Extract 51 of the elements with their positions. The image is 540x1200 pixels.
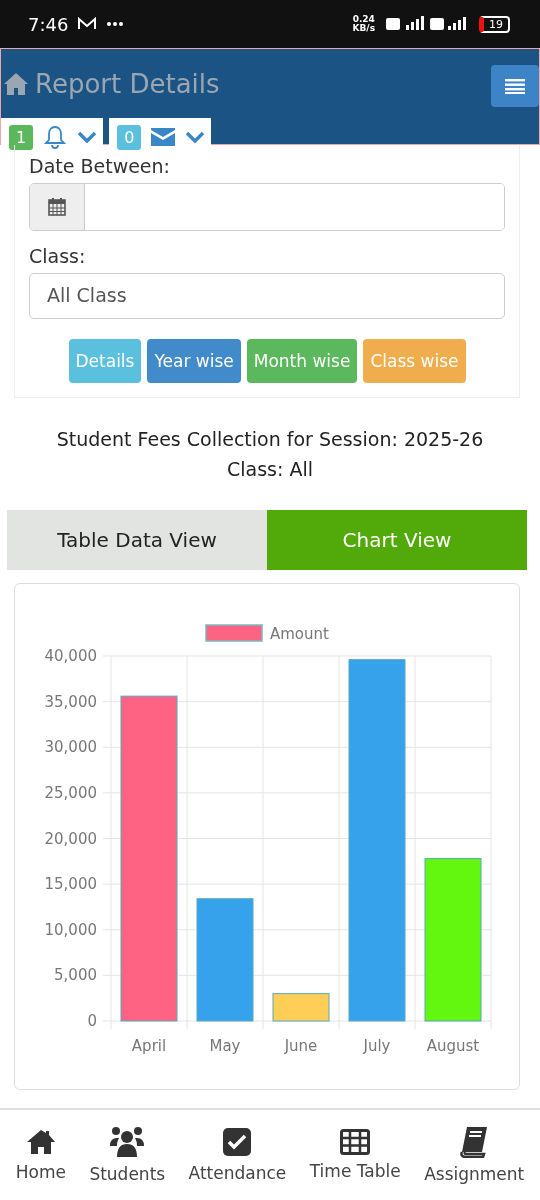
- y-tick-label: 30,000: [44, 738, 97, 757]
- network-speed: 0.24: [352, 15, 375, 24]
- y-tick-label: 40,000: [44, 647, 97, 665]
- more-icon: [106, 21, 125, 27]
- x-tick-label: July: [363, 1037, 391, 1055]
- users-icon: [109, 1126, 146, 1158]
- bell-icon: [43, 125, 68, 149]
- count-badge: 1: [9, 124, 34, 150]
- nav-item[interactable]: Assignment: [424, 1126, 525, 1184]
- view-tab[interactable]: Table Data View: [7, 510, 267, 570]
- calendar-icon: [47, 197, 67, 217]
- checkbox-icon: [222, 1127, 253, 1157]
- chevron-down-icon: [185, 131, 206, 143]
- x-tick-label: April: [131, 1037, 167, 1055]
- nav-item[interactable]: Time Table: [309, 1129, 401, 1181]
- x-tick-label: August: [426, 1037, 480, 1055]
- home-icon: [3, 72, 29, 96]
- legend-swatch: [205, 624, 263, 642]
- nav-item[interactable]: Attendance: [188, 1127, 287, 1183]
- chevron-down-icon: [77, 131, 98, 143]
- page-title: Report Details: [35, 69, 221, 99]
- y-tick-label: 10,000: [44, 920, 97, 939]
- mail-icon: [77, 17, 98, 31]
- battery-level: 19: [479, 15, 510, 33]
- date-label: Date Between:: [29, 155, 171, 177]
- y-tick-label: 0: [87, 1012, 97, 1030]
- y-tick-label: 35,000: [44, 692, 97, 711]
- report-title: Student Fees Collection for Session: 2025-26: [55, 428, 485, 450]
- envelope-icon: [151, 128, 176, 146]
- book-icon: [459, 1126, 490, 1158]
- home-icon: [25, 1128, 56, 1156]
- x-tick-label: May: [209, 1037, 241, 1055]
- class-label: Class:: [29, 245, 87, 267]
- nav-item[interactable]: Home: [15, 1128, 66, 1182]
- class-select[interactable]: All Class: [29, 273, 505, 319]
- status-time: 7:46: [28, 13, 69, 35]
- y-tick-label: 5,000: [54, 966, 97, 985]
- count-badge: 0: [117, 124, 142, 150]
- x-tick-label: June: [284, 1037, 318, 1055]
- nav-item[interactable]: Students: [89, 1126, 166, 1184]
- legend-label: Amount: [270, 625, 329, 643]
- filter-button[interactable]: Year wise: [147, 339, 241, 383]
- menu-icon: [505, 78, 525, 94]
- table-icon: [340, 1129, 371, 1155]
- y-tick-label: 15,000: [44, 875, 97, 894]
- y-tick-label: 25,000: [44, 783, 97, 802]
- speed-unit: KB/s: [352, 24, 375, 33]
- y-tick-label: 20,000: [44, 829, 97, 848]
- report-subtitle: Class: All: [226, 458, 314, 480]
- date-range-field[interactable]: [29, 183, 505, 231]
- menu-button[interactable]: [491, 65, 539, 107]
